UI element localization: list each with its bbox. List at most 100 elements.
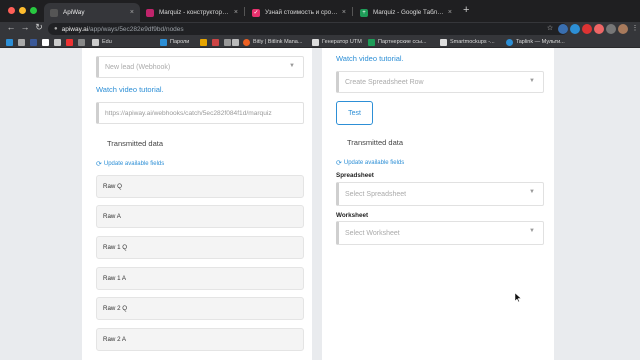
watch-video-link[interactable]: Watch video tutorial. xyxy=(96,85,164,94)
address-bar[interactable]: ● apiway.ai/app/ways/5ec282e9df9bd/nodes xyxy=(48,23,568,35)
bookmark-icon xyxy=(312,38,319,46)
extension-icon[interactable] xyxy=(582,24,592,34)
tab-close-icon[interactable]: × xyxy=(448,9,452,16)
trigger-node-panel: New lead (Webhook) ▼ Watch video tutoria… xyxy=(82,48,312,360)
bookmark-item[interactable] xyxy=(232,38,242,46)
bookmark-smartmockups[interactable]: Smartmockups -... xyxy=(440,38,495,46)
trigger-event-select[interactable]: New lead (Webhook) ▼ xyxy=(96,56,304,78)
taplink-icon xyxy=(506,38,513,46)
extension-icon[interactable] xyxy=(570,24,580,34)
star-icon[interactable]: ☆ xyxy=(545,24,555,34)
bookmark-label: Bitly | Bitlink Mana... xyxy=(253,39,303,45)
chevron-down-icon: ▼ xyxy=(529,78,535,84)
browser-tab-marquiz[interactable]: Marquiz - конструктор марке × xyxy=(140,3,244,22)
test-button[interactable]: Test xyxy=(336,101,373,125)
webhook-url-field[interactable]: https://apiway.ai/webhooks/catch/5ec282f… xyxy=(96,102,304,124)
marquiz-favicon-icon xyxy=(146,8,154,17)
bookmark-item[interactable] xyxy=(200,38,210,46)
marquiz-check-favicon-icon: ✓ xyxy=(252,8,260,17)
minimize-window-icon[interactable] xyxy=(19,7,26,14)
browser-tab-sheets[interactable]: + Marquiz - Google Таблицы × xyxy=(354,3,458,22)
bookmark-icon xyxy=(18,38,25,46)
bookmark-item[interactable] xyxy=(18,38,28,46)
bookmark-folder-edu[interactable]: Edu xyxy=(92,38,112,46)
url-path: /app/ways/5ec282e9df9bd/nodes xyxy=(88,25,184,33)
transmitted-field-row[interactable]: Raw 1 Q xyxy=(96,236,304,259)
refresh-icon: ⟳ xyxy=(96,161,102,168)
extension-icon[interactable] xyxy=(558,24,568,34)
tab-separator xyxy=(244,7,245,16)
chevron-down-icon: ▼ xyxy=(529,189,535,195)
tab-label: Marquiz - Google Таблицы xyxy=(373,9,444,16)
bookmark-item[interactable] xyxy=(66,38,76,46)
bookmark-item[interactable] xyxy=(42,38,52,46)
update-fields-link[interactable]: ⟳ Update available fields xyxy=(336,159,404,167)
close-window-icon[interactable] xyxy=(8,7,15,14)
tab-close-icon[interactable]: × xyxy=(234,9,238,16)
spreadsheet-label: Spreadsheet xyxy=(336,172,374,179)
tab-label: Marquiz - конструктор марке xyxy=(159,9,230,16)
apiway-favicon-icon xyxy=(50,8,58,17)
tab-close-icon[interactable]: × xyxy=(342,9,346,16)
bookmark-icon xyxy=(78,38,85,46)
tab-strip: ApiWay × Marquiz - конструктор марке × ✓… xyxy=(0,0,640,22)
forward-icon[interactable]: → xyxy=(20,22,30,32)
bookmark-taplink[interactable]: Taplink — Мульти... xyxy=(506,38,565,46)
bookmark-icon xyxy=(232,38,239,46)
new-tab-icon[interactable]: + xyxy=(463,4,469,16)
transmitted-field-row[interactable]: Raw 2 Q xyxy=(96,297,304,320)
bookmark-label: Генератор UTM xyxy=(322,39,362,45)
page-content: New lead (Webhook) ▼ Watch video tutoria… xyxy=(0,48,640,360)
tab-label: Узнай стоимость и сроки вы xyxy=(265,9,338,16)
watch-video-link[interactable]: Watch video tutorial. xyxy=(336,54,404,63)
chevron-down-icon: ▼ xyxy=(289,63,295,69)
bookmark-bitly[interactable]: Bitly | Bitlink Mana... xyxy=(243,38,302,46)
more-menu-icon[interactable]: ⋮ xyxy=(630,24,640,34)
spreadsheet-select[interactable]: Select Spreadsheet ▼ xyxy=(336,182,544,206)
bookmark-item[interactable] xyxy=(54,38,64,46)
bookmark-item[interactable] xyxy=(6,38,16,46)
bookmark-icon xyxy=(66,38,73,46)
transmitted-field-row[interactable]: Raw 2 A xyxy=(96,328,304,351)
key-icon xyxy=(160,38,167,46)
bookmark-item[interactable] xyxy=(212,38,222,46)
bookmark-partners[interactable]: Партнерские ссы... xyxy=(368,38,426,46)
update-fields-link[interactable]: ⟳ Update available fields xyxy=(96,160,164,168)
back-icon[interactable]: ← xyxy=(6,22,16,32)
refresh-icon: ⟳ xyxy=(336,160,342,167)
worksheet-select[interactable]: Select Worksheet ▼ xyxy=(336,221,544,245)
reload-icon[interactable]: ↻ xyxy=(34,22,44,33)
extension-icon[interactable] xyxy=(606,24,616,34)
bookmark-icon xyxy=(224,38,231,46)
bookmark-item[interactable] xyxy=(30,38,40,46)
select-placeholder: Select Spreadsheet xyxy=(345,190,407,198)
browser-tab-apiway[interactable]: ApiWay × xyxy=(44,3,140,22)
transmitted-field-row[interactable]: Raw A xyxy=(96,205,304,228)
worksheet-label: Worksheet xyxy=(336,212,369,219)
transmitted-field-row[interactable]: Raw Q xyxy=(96,175,304,198)
maximize-window-icon[interactable] xyxy=(30,7,37,14)
lock-icon: ● xyxy=(54,26,58,32)
bookmarks-bar: Edu Пароли Bitly | Bitlink Mana... Генер… xyxy=(0,36,640,48)
extension-icon[interactable] xyxy=(594,24,604,34)
update-fields-label: Update available fields xyxy=(343,160,405,166)
bitly-icon xyxy=(243,38,250,46)
facebook-icon xyxy=(30,38,37,46)
transmitted-field-row[interactable]: Raw 1 A xyxy=(96,267,304,290)
bookmark-icon xyxy=(6,38,13,46)
bookmark-label: Taplink — Мульти... xyxy=(516,39,565,45)
avatar[interactable] xyxy=(618,24,628,34)
bookmark-utm[interactable]: Генератор UTM xyxy=(312,38,362,46)
folder-icon xyxy=(92,38,99,46)
tab-close-icon[interactable]: × xyxy=(130,9,134,16)
url-host: apiway.ai xyxy=(61,25,89,33)
bookmark-label: Smartmockups -... xyxy=(450,39,495,45)
bookmark-icon xyxy=(440,38,447,46)
action-event-select[interactable]: Create Spreadsheet Row ▼ xyxy=(336,71,544,93)
select-value: Create Spreadsheet Row xyxy=(345,78,424,86)
bookmark-icon xyxy=(54,38,61,46)
bookmark-item[interactable] xyxy=(78,38,88,46)
google-sheets-favicon-icon: + xyxy=(360,8,368,17)
browser-tab-price[interactable]: ✓ Узнай стоимость и сроки вы × xyxy=(246,3,352,22)
bookmark-passwords[interactable]: Пароли xyxy=(160,38,189,46)
